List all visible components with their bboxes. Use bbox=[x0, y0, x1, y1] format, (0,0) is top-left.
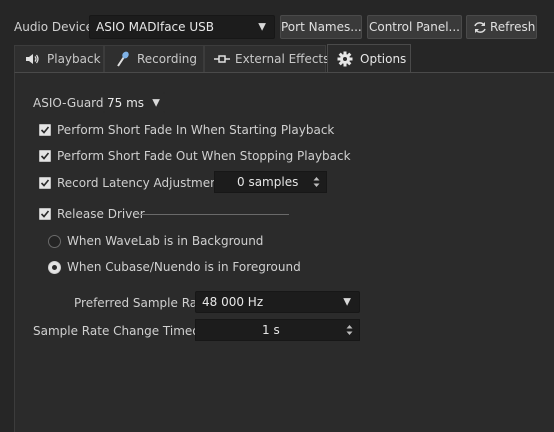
control-panel-button[interactable]: Control Panel... bbox=[367, 15, 462, 39]
preferred-rate-dropdown[interactable]: 48 000 Hz ▼ bbox=[195, 291, 360, 313]
external-effects-icon bbox=[214, 55, 230, 63]
fade-in-label: Perform Short Fade In When Starting Play… bbox=[57, 123, 335, 137]
audio-device-dropdown[interactable]: ASIO MADIface USB ▼ bbox=[89, 15, 275, 39]
asio-guard-dropdown[interactable]: 75 ms ▼ bbox=[103, 92, 165, 113]
tab-recording[interactable]: Recording bbox=[104, 45, 204, 72]
checkmark-icon bbox=[40, 152, 50, 160]
refresh-button[interactable]: Refresh bbox=[466, 15, 537, 39]
fade-out-checkbox[interactable] bbox=[39, 150, 51, 162]
fade-out-label: Perform Short Fade Out When Stopping Pla… bbox=[57, 149, 351, 163]
rate-timeout-label: Sample Rate Change Timeout bbox=[33, 324, 212, 338]
radio-background[interactable] bbox=[48, 235, 61, 248]
latency-value: 0 samples bbox=[237, 175, 299, 189]
tab-recording-label: Recording bbox=[137, 52, 198, 66]
group-separator bbox=[137, 214, 289, 215]
tab-options[interactable]: Options bbox=[327, 44, 411, 73]
refresh-icon bbox=[474, 22, 486, 33]
preferred-rate-label: Preferred Sample Rate bbox=[74, 296, 210, 310]
rate-timeout-spinbox[interactable]: 1 s bbox=[195, 319, 360, 341]
refresh-label: Refresh bbox=[490, 20, 536, 34]
fade-in-checkbox[interactable] bbox=[39, 124, 51, 136]
control-panel-label: Control Panel... bbox=[368, 20, 460, 34]
microphone-icon bbox=[117, 51, 129, 67]
asio-guard-label: ASIO-Guard bbox=[33, 96, 104, 110]
checkmark-icon bbox=[40, 126, 50, 134]
release-driver-checkbox[interactable] bbox=[39, 208, 51, 220]
speaker-icon bbox=[26, 54, 39, 64]
latency-checkbox[interactable] bbox=[39, 177, 51, 189]
rate-timeout-value: 1 s bbox=[262, 323, 280, 337]
chevron-down-icon: ▼ bbox=[258, 21, 266, 33]
audio-device-value: ASIO MADIface USB bbox=[96, 20, 214, 34]
radio-foreground-label: When Cubase/Nuendo is in Foreground bbox=[67, 260, 301, 274]
asio-guard-value: 75 ms bbox=[107, 95, 145, 110]
tab-external-effects[interactable]: External Effects bbox=[204, 45, 330, 72]
chevron-down-icon: ▼ bbox=[343, 296, 351, 308]
spin-arrows-icon[interactable] bbox=[346, 325, 353, 336]
latency-label: Record Latency Adjustment bbox=[57, 176, 223, 190]
gear-icon bbox=[337, 51, 353, 67]
tab-options-label: Options bbox=[360, 52, 407, 66]
preferred-rate-value: 48 000 Hz bbox=[202, 295, 264, 309]
release-driver-label: Release Driver bbox=[57, 207, 145, 221]
port-names-button[interactable]: Port Names... bbox=[280, 15, 362, 39]
chevron-down-icon: ▼ bbox=[152, 97, 160, 108]
audio-device-label: Audio Device bbox=[14, 20, 93, 34]
latency-spinbox[interactable]: 0 samples bbox=[214, 171, 327, 193]
tab-playback[interactable]: Playback bbox=[14, 45, 104, 72]
tab-playback-label: Playback bbox=[47, 52, 101, 66]
checkmark-icon bbox=[40, 179, 50, 187]
radio-foreground[interactable] bbox=[48, 261, 61, 274]
spin-arrows-icon[interactable] bbox=[313, 177, 320, 188]
radio-background-label: When WaveLab is in Background bbox=[67, 234, 264, 248]
checkmark-icon bbox=[40, 210, 50, 218]
port-names-label: Port Names... bbox=[281, 20, 362, 34]
tab-external-effects-label: External Effects bbox=[235, 52, 330, 66]
